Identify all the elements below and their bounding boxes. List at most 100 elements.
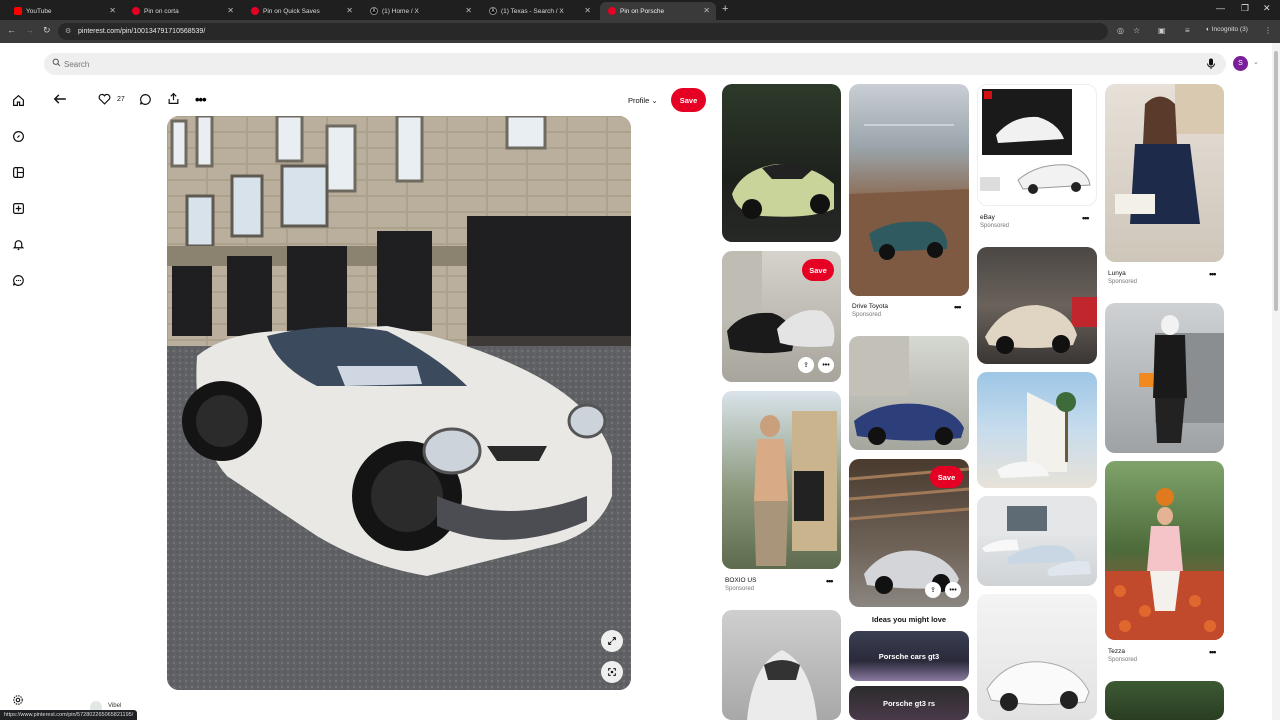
pin-card[interactable] [977,372,1097,488]
pinterest-icon [608,7,616,15]
pin-card[interactable] [1105,84,1224,262]
idea-card[interactable]: Porsche gt3 rs [849,686,969,720]
reload-icon[interactable]: ↻ [43,25,51,36]
card-save-button[interactable]: Save [930,466,963,488]
white-supercars-photo [977,496,1097,576]
close-window-icon[interactable]: ✕ [1263,3,1271,14]
explore-compass-icon[interactable] [11,129,25,143]
more-options-icon[interactable]: ••• [945,582,961,598]
more-options-icon[interactable]: ••• [1209,269,1217,279]
more-options-icon[interactable]: ••• [195,92,207,107]
share-icon[interactable]: ⇪ [798,357,814,373]
messages-icon[interactable] [11,273,25,287]
close-icon[interactable]: ✕ [584,6,591,15]
pin-card[interactable] [977,84,1097,206]
new-tab-icon[interactable]: + [722,3,728,15]
pin-card[interactable] [1105,461,1224,640]
card-title[interactable]: eBay [980,214,995,221]
pin-card[interactable] [722,391,841,569]
home-icon[interactable] [11,93,25,107]
extensions-icon[interactable]: ≡ [1185,26,1190,35]
tab-search-icon[interactable]: ▣ [1158,26,1166,35]
close-icon[interactable]: ✕ [465,6,472,15]
page-scrollbar[interactable] [1272,43,1280,720]
more-options-icon[interactable]: ••• [1209,647,1217,657]
heart-icon[interactable] [98,93,111,105]
more-options-icon[interactable]: ••• [1082,213,1090,223]
card-subtitle: Sponsored [1108,657,1138,663]
visual-search-icon[interactable] [601,661,623,683]
card-title[interactable]: Drive Toyota [852,303,888,310]
incognito-indicator[interactable]: ◐ Incognito (3) [1206,26,1248,33]
pin-card[interactable] [849,336,969,450]
tab-pin-quick-saves[interactable]: Pin on Quick Saves ✕ [243,2,359,20]
maximize-icon[interactable]: ❐ [1241,3,1249,14]
close-icon[interactable]: ✕ [109,6,116,15]
pin-card[interactable] [1105,303,1224,453]
chevron-down-icon: ⌄ [651,96,658,105]
browser-menu-icon[interactable]: ⋮ [1264,26,1272,35]
card-title[interactable]: Lunya [1108,270,1126,277]
more-options-icon[interactable]: ••• [826,576,834,586]
pin-image[interactable] [167,116,631,690]
tab-pin-porsche[interactable]: Pin on Porsche ✕ [600,2,716,20]
more-options-icon[interactable]: ••• [954,302,962,312]
url-field[interactable]: ⚙ pinterest.com/pin/100134791710568539/ [58,23,1108,40]
minimize-icon[interactable]: — [1216,3,1225,13]
back-arrow-icon[interactable] [53,93,67,105]
forward-icon[interactable]: → [25,25,34,35]
pin-card[interactable] [977,594,1097,720]
notifications-bell-icon[interactable] [11,237,25,251]
create-plus-icon[interactable] [11,201,25,215]
tab-pin-corta[interactable]: Pin on corta ✕ [124,2,240,20]
card-subtitle: Sponsored [980,223,1010,229]
site-info-icon[interactable]: ⚙ [65,27,71,35]
close-icon[interactable]: ✕ [703,6,710,15]
porsche-photo [167,116,631,690]
tab-label: Pin on corta [144,7,179,15]
share-icon[interactable]: ⇪ [925,582,941,598]
close-icon[interactable]: ✕ [227,6,234,15]
pin-card[interactable] [849,84,969,296]
save-button[interactable]: Save [671,88,706,112]
eye-off-icon[interactable]: ◎ [1117,26,1124,35]
card-title[interactable]: BOXIO US [725,577,756,584]
search-input[interactable]: Search [44,53,1226,75]
tab-label: YouTube [26,7,52,15]
pinterest-icon [251,7,259,15]
profile-dropdown[interactable]: Profile ⌄ [628,96,658,105]
boards-icon[interactable] [11,165,25,179]
tab-x-texas-search[interactable]: X (1) Texas - Search / X ✕ [481,2,597,20]
expand-icon[interactable] [601,630,623,652]
card-save-button[interactable]: Save [802,259,834,281]
creator-name: Vibel [108,703,122,709]
more-options-icon[interactable]: ••• [818,357,834,373]
idea-card[interactable]: Porsche cars gt3 [849,631,969,681]
pin-card[interactable] [977,247,1097,364]
microphone-icon[interactable] [1206,57,1216,75]
back-icon[interactable]: ← [7,25,16,35]
tab-youtube[interactable]: YouTube ✕ [6,2,122,20]
close-icon[interactable]: ✕ [346,6,353,15]
address-bar: ← → ↻ ⚙ pinterest.com/pin/10013479171056… [0,20,1280,43]
comment-icon[interactable] [139,93,152,106]
tab-label: (1) Home / X [382,7,419,15]
pin-card[interactable] [722,610,841,720]
url-text: pinterest.com/pin/100134791710568539/ [78,28,206,35]
pin-card[interactable]: Save ⇪ ••• [849,459,969,607]
chevron-down-icon[interactable]: ⌄ [1253,58,1259,66]
pin-card[interactable]: Save ⇪ ••• [722,251,841,382]
tab-label: Pin on Porsche [620,7,665,15]
bookmark-star-icon[interactable]: ☆ [1133,26,1140,35]
pin-card[interactable] [722,84,841,242]
lego-white-porsche-photo [986,661,1090,711]
scrollbar-thumb[interactable] [1274,51,1278,311]
woman-loungewear-photo [1115,84,1224,224]
tab-x-home[interactable]: X (1) Home / X ✕ [362,2,478,20]
pin-card[interactable] [1105,681,1224,720]
avatar[interactable]: S [1233,56,1248,71]
share-icon[interactable] [167,92,180,105]
pin-card[interactable] [977,496,1097,586]
card-title[interactable]: Tezza [1108,648,1125,655]
settings-gear-icon[interactable] [11,693,25,707]
